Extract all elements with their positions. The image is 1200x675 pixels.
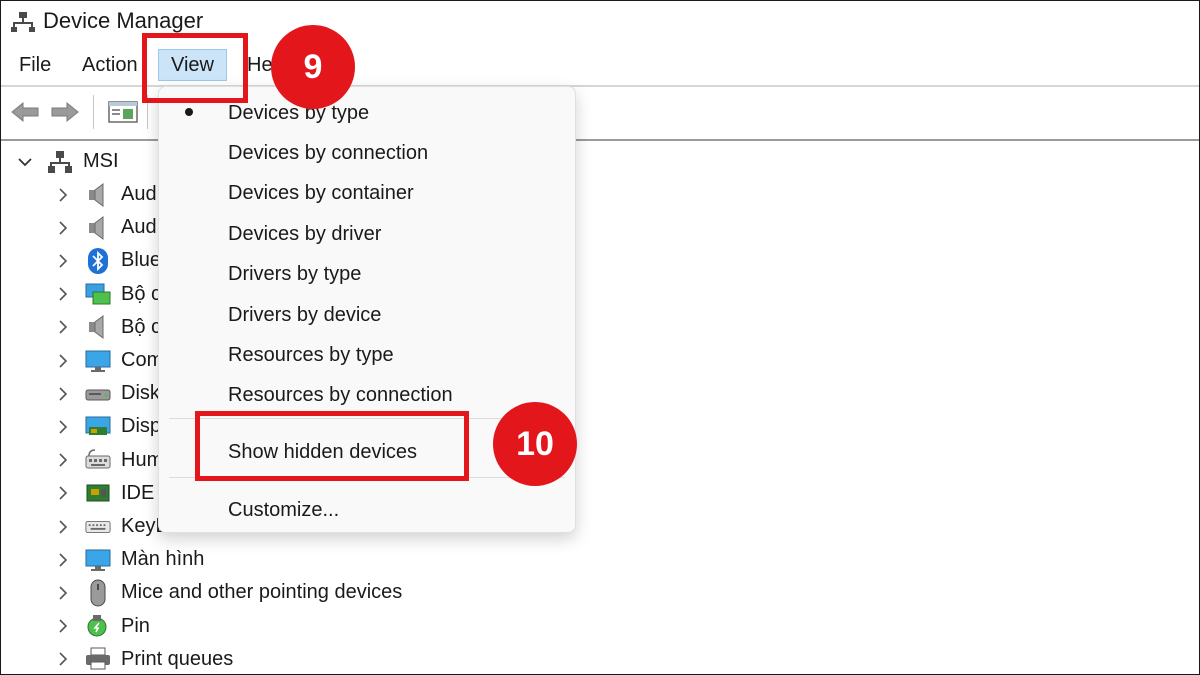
keyboard-hid-icon	[85, 447, 111, 473]
properties-button[interactable]	[107, 97, 139, 127]
monitor-icon	[85, 348, 111, 374]
menu-item-resources-by-type[interactable]: Resources by type	[228, 338, 394, 372]
tree-item[interactable]: Bộ c	[53, 278, 161, 311]
menu-item-customize[interactable]: Customize...	[228, 493, 339, 527]
tree-item[interactable]: Disp	[53, 410, 161, 443]
battery-icon	[85, 613, 111, 639]
tree-item-label: Bộ c	[121, 282, 162, 305]
back-button[interactable]	[9, 97, 41, 127]
ide-controller-icon	[85, 480, 111, 506]
chevron-right-icon[interactable]	[53, 583, 73, 603]
chevron-right-icon[interactable]	[53, 384, 73, 404]
tree-item-label: Disk	[121, 382, 160, 405]
tree-item-label: IDE	[121, 481, 155, 504]
tree-item[interactable]: Hum	[53, 444, 163, 477]
chevron-right-icon[interactable]	[53, 450, 73, 470]
keyboard-icon	[85, 514, 111, 540]
display-adapter-icon	[85, 414, 111, 440]
tree-item-label: Hum	[121, 448, 164, 471]
forward-button[interactable]	[49, 97, 81, 127]
speaker-icon	[85, 314, 111, 340]
toolbar-separator	[93, 95, 94, 129]
menu-item-drivers-by-type[interactable]: Drivers by type	[228, 257, 361, 291]
highlight-view-menu	[142, 33, 248, 103]
tree-item-label: Print queues	[121, 647, 234, 670]
tree-item-label: Com	[121, 349, 164, 371]
menu-item-devices-by-connection[interactable]: Devices by connection	[228, 136, 428, 170]
menu-action[interactable]: Action	[76, 51, 144, 79]
network-adapter-icon	[85, 281, 111, 307]
arrow-right-icon	[51, 101, 79, 123]
tree-item[interactable]: Pin	[53, 610, 150, 643]
tree-item-label: Pin	[121, 614, 150, 637]
tree-item[interactable]: Aud	[53, 178, 157, 211]
bluetooth-icon	[85, 247, 111, 274]
speaker-icon	[85, 182, 111, 208]
tree-item[interactable]: IDE	[53, 477, 154, 510]
disk-drive-icon	[85, 381, 111, 407]
mouse-icon	[85, 579, 111, 607]
chevron-right-icon[interactable]	[53, 317, 73, 337]
chevron-right-icon[interactable]	[53, 483, 73, 503]
device-manager-icon	[11, 11, 35, 33]
tree-item-label: Aud	[121, 216, 157, 239]
arrow-left-icon	[11, 101, 39, 123]
menu-file[interactable]: File	[13, 51, 57, 79]
checked-bullet-icon	[185, 108, 193, 116]
device-manager-window: Device Manager File Action View He MSI A…	[0, 0, 1200, 675]
computer-network-icon	[47, 149, 73, 175]
tree-item-label: Aud	[121, 183, 157, 205]
tree-item-label: Mice and other pointing devices	[121, 581, 403, 604]
menu-item-devices-by-driver[interactable]: Devices by driver	[228, 217, 381, 251]
chevron-right-icon[interactable]	[53, 251, 73, 271]
highlight-show-hidden-devices	[195, 411, 469, 481]
chevron-right-icon[interactable]	[53, 417, 73, 437]
tree-root[interactable]: MSI	[15, 145, 119, 178]
tree-item[interactable]: Màn hình	[53, 543, 204, 576]
tree-item[interactable]: Print queues	[53, 643, 234, 674]
chevron-right-icon[interactable]	[53, 185, 73, 205]
tree-item[interactable]: Bộ c	[53, 311, 161, 344]
menu-item-devices-by-container[interactable]: Devices by container	[228, 176, 414, 210]
step-badge-9: 9	[271, 25, 355, 109]
tree-item[interactable]: Mice and other pointing devices	[53, 576, 402, 609]
tree-item[interactable]: Blue	[53, 244, 161, 277]
chevron-right-icon[interactable]	[53, 649, 73, 669]
tree-item[interactable]: Disk	[53, 377, 160, 410]
step-badge-10: 10	[493, 402, 577, 486]
tree-root-label: MSI	[83, 150, 119, 172]
monitor-icon	[85, 547, 111, 573]
printer-icon	[85, 646, 111, 672]
chevron-right-icon[interactable]	[53, 616, 73, 636]
menu-item-resources-by-connection[interactable]: Resources by connection	[228, 378, 453, 412]
chevron-right-icon[interactable]	[53, 517, 73, 537]
speaker-icon	[85, 215, 111, 241]
tree-item[interactable]: Aud	[53, 211, 157, 244]
window-title: Device Manager	[43, 8, 204, 33]
chevron-right-icon[interactable]	[53, 218, 73, 238]
tree-item[interactable]: KeyL	[53, 510, 167, 543]
chevron-right-icon[interactable]	[53, 351, 73, 371]
properties-icon	[108, 101, 138, 123]
tree-item-label: Disp	[121, 415, 162, 438]
tree-item-label: Bộ c	[121, 315, 162, 338]
chevron-right-icon[interactable]	[53, 550, 73, 570]
chevron-down-icon[interactable]	[15, 152, 35, 172]
menu-item-drivers-by-device[interactable]: Drivers by device	[228, 298, 381, 332]
tree-item-label: Blue	[121, 249, 162, 272]
tree-item-label: Màn hình	[121, 548, 205, 571]
chevron-right-icon[interactable]	[53, 284, 73, 304]
tree-item[interactable]: Com	[53, 344, 163, 377]
